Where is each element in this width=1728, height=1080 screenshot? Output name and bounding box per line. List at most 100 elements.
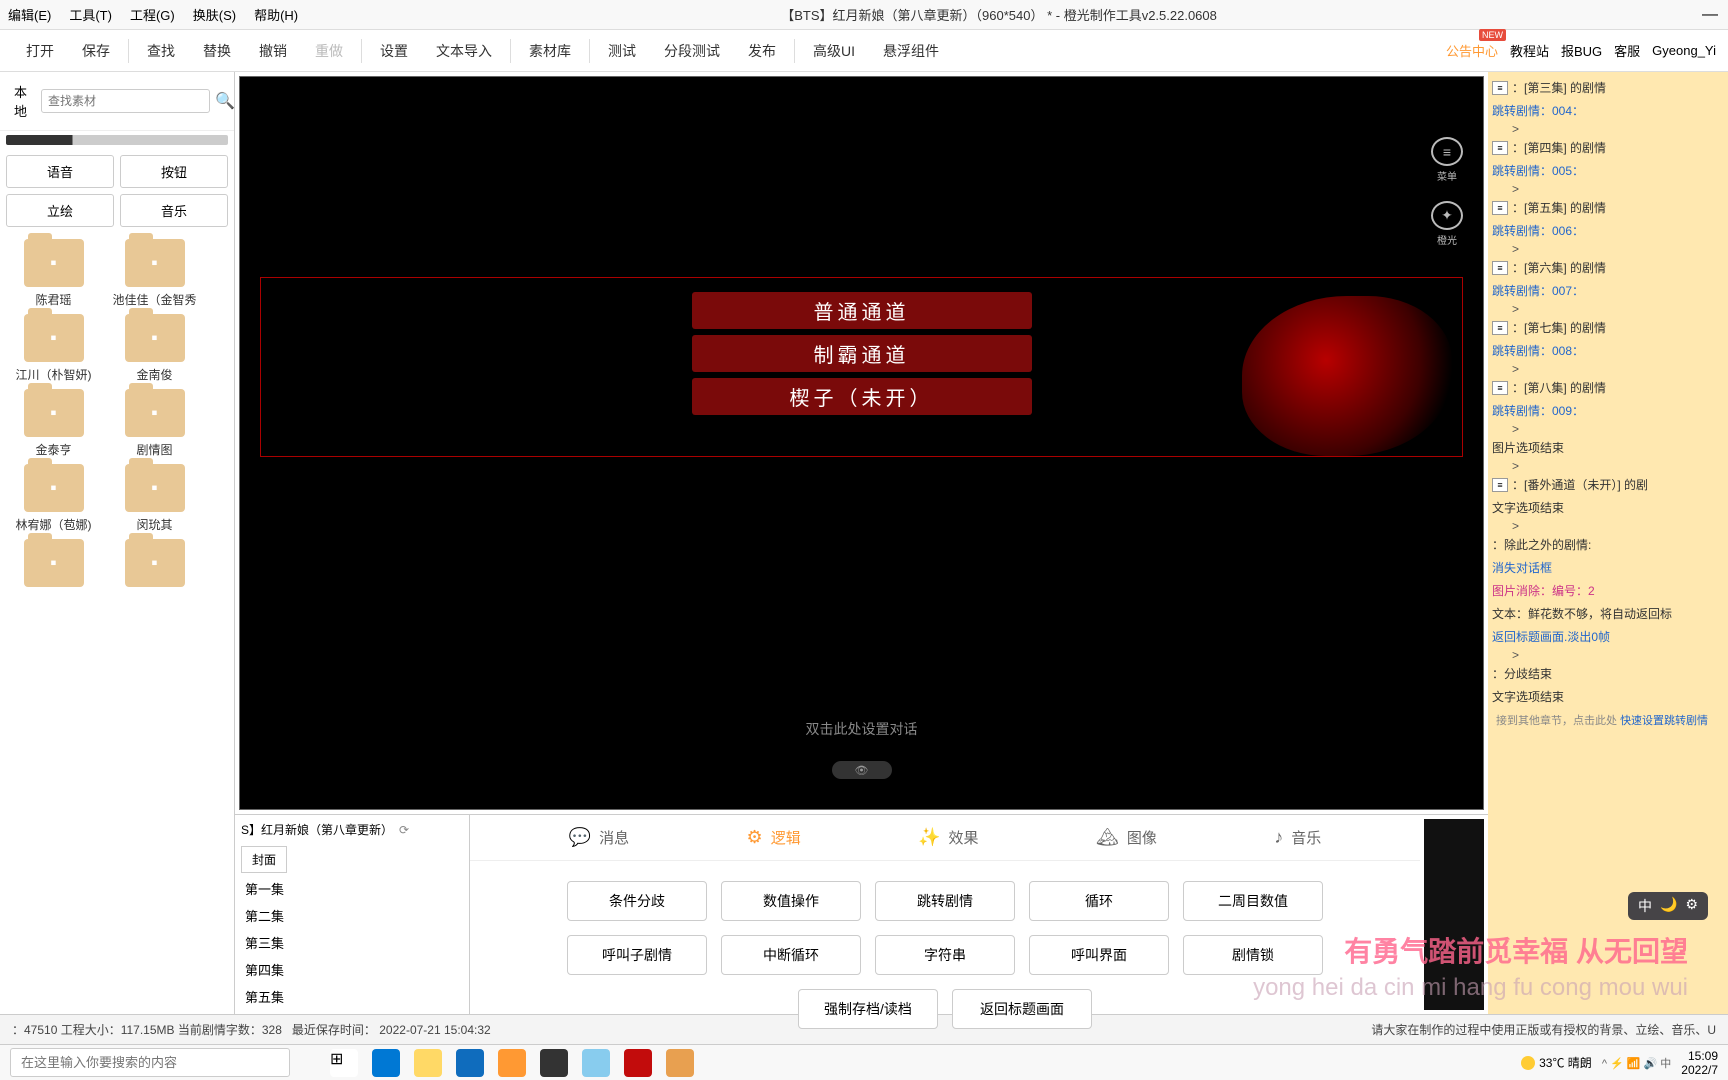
script-panel[interactable]: ≡：[第三集] 的剧情 跳转剧情：004： >≡：[第四集] 的剧情 跳转剧情：… — [1488, 72, 1728, 1014]
action-loop[interactable]: 循环 — [1029, 881, 1169, 921]
cat-sprite[interactable]: 立绘 — [6, 194, 114, 227]
preview-canvas[interactable]: ≡菜单 ✦橙光 普通通道 制霸通道 楔子（未开） 双击此处设置对话 👁 — [239, 76, 1484, 810]
save-button[interactable]: 保存 — [68, 41, 124, 61]
taskbar-app-icon[interactable] — [666, 1049, 694, 1077]
taskbar-edge-icon[interactable] — [372, 1049, 400, 1077]
asset-folder[interactable]: 金泰亨 — [6, 389, 101, 458]
announce-link[interactable]: 公告中心NEW — [1446, 41, 1498, 60]
action-title[interactable]: 返回标题画面 — [952, 989, 1092, 1029]
seg-test-button[interactable]: 分段测试 — [650, 41, 734, 61]
cat-button[interactable]: 按钮 — [120, 155, 228, 188]
tab-music[interactable]: ♪音乐 — [1274, 827, 1321, 848]
taskbar-explorer-icon[interactable] — [414, 1049, 442, 1077]
visibility-toggle[interactable]: 👁 — [832, 761, 892, 779]
find-button[interactable]: 查找 — [133, 41, 189, 61]
jump-link[interactable]: 跳转剧情：008： — [1492, 342, 1584, 359]
service-link[interactable]: 客服 — [1614, 41, 1640, 60]
dialog-hint[interactable]: 双击此处设置对话 — [806, 719, 918, 739]
publish-button[interactable]: 发布 — [734, 41, 790, 61]
asset-folder[interactable] — [6, 539, 101, 591]
weather-widget[interactable]: 33℃ 晴朗 — [1521, 1054, 1592, 1071]
action-save[interactable]: 强制存档/读档 — [798, 989, 938, 1029]
text-import-button[interactable]: 文本导入 — [422, 41, 506, 61]
open-button[interactable]: 打开 — [12, 41, 68, 61]
cat-music[interactable]: 音乐 — [120, 194, 228, 227]
local-button[interactable]: 本地 — [6, 78, 35, 124]
taskbar-netease-icon[interactable] — [624, 1049, 652, 1077]
system-tray[interactable]: ^ ⚡ 📶 🔊 中 — [1602, 1055, 1671, 1071]
action-condition[interactable]: 条件分歧 — [567, 881, 707, 921]
search-icon[interactable]: 🔍 — [216, 92, 234, 110]
action-lock[interactable]: 剧情锁 — [1183, 935, 1323, 975]
asset-folder[interactable]: 闵玧其 — [107, 464, 202, 533]
chapter-item[interactable]: 第四集 — [235, 956, 469, 983]
chapter-item[interactable]: 第三集 — [235, 929, 469, 956]
tab-effect[interactable]: ✨效果 — [918, 827, 978, 848]
action-jump[interactable]: 跳转剧情 — [875, 881, 1015, 921]
action-numop[interactable]: 数值操作 — [721, 881, 861, 921]
jump-link[interactable]: 跳转剧情：005： — [1492, 162, 1584, 179]
action-break[interactable]: 中断循环 — [721, 935, 861, 975]
jump-link[interactable]: 跳转剧情：007： — [1492, 282, 1584, 299]
menu-project[interactable]: 工程(G) — [130, 5, 175, 24]
menu-edit[interactable]: 编辑(E) — [8, 5, 51, 24]
asset-folder[interactable]: 林宥娜（苞娜) — [6, 464, 101, 533]
settings-button[interactable]: 设置 — [366, 41, 422, 61]
minimize-button[interactable]: — — [1700, 6, 1720, 24]
tutorial-link[interactable]: 教程站 — [1510, 41, 1549, 60]
action-string[interactable]: 字符串 — [875, 935, 1015, 975]
assets-button[interactable]: 素材库 — [515, 41, 585, 61]
action-newgame[interactable]: 二周目数值 — [1183, 881, 1323, 921]
cover-tab[interactable]: 封面 — [241, 846, 287, 873]
float-comp-button[interactable]: 悬浮组件 — [869, 41, 953, 61]
asset-folder[interactable]: 陈君瑶 — [6, 239, 101, 308]
menu-skin[interactable]: 换肤(S) — [193, 5, 236, 24]
refresh-icon[interactable]: ⟳ — [399, 823, 409, 837]
choice-button[interactable]: 普通通道 — [692, 292, 1032, 329]
user-name[interactable]: Gyeong_Yi — [1652, 43, 1716, 58]
taskbar-app-icon[interactable] — [582, 1049, 610, 1077]
menu-help[interactable]: 帮助(H) — [254, 5, 298, 24]
asset-folder[interactable]: 金南俊 — [107, 314, 202, 383]
hide-dialog-link[interactable]: 消失对话框 — [1492, 559, 1552, 576]
bug-link[interactable]: 报BUG — [1561, 41, 1602, 60]
cat-voice[interactable]: 语音 — [6, 155, 114, 188]
search-input[interactable] — [41, 89, 210, 113]
chapter-item[interactable]: 第六集 — [235, 1010, 469, 1014]
ime-widget[interactable]: 中🌙⚙ — [1628, 892, 1708, 920]
taskbar-app-icon[interactable] — [540, 1049, 568, 1077]
chapter-item[interactable]: 第五集 — [235, 983, 469, 1010]
action-subplot[interactable]: 呼叫子剧情 — [567, 935, 707, 975]
replace-button[interactable]: 替换 — [189, 41, 245, 61]
asset-folder[interactable]: 江川（朴智妍) — [6, 314, 101, 383]
preview-menu-button[interactable]: ≡菜单 — [1429, 137, 1465, 183]
action-callui[interactable]: 呼叫界面 — [1029, 935, 1169, 975]
chapter-item[interactable]: 第二集 — [235, 902, 469, 929]
taskbar-mail-icon[interactable] — [456, 1049, 484, 1077]
return-title-link[interactable]: 返回标题画面.淡出0帧 — [1492, 628, 1610, 645]
tab-image[interactable]: 🏔图像 — [1096, 827, 1157, 848]
tab-message[interactable]: 💬消息 — [569, 827, 629, 848]
preview-brand-button[interactable]: ✦橙光 — [1429, 201, 1465, 247]
redo-button[interactable]: 重做 — [301, 41, 357, 61]
asset-folder[interactable]: 剧情图 — [107, 389, 202, 458]
test-button[interactable]: 测试 — [594, 41, 650, 61]
taskbar-app-icon[interactable] — [498, 1049, 526, 1077]
menu-tools[interactable]: 工具(T) — [69, 5, 112, 24]
choice-button[interactable]: 楔子（未开） — [692, 378, 1032, 415]
tab-logic[interactable]: ⚙逻辑 — [747, 827, 801, 848]
adv-ui-button[interactable]: 高级UI — [799, 41, 869, 61]
pic-remove[interactable]: 图片消除：编号：2 — [1492, 582, 1595, 599]
chapter-item[interactable]: 第一集 — [235, 875, 469, 902]
windows-search[interactable] — [10, 1048, 290, 1077]
asset-folder[interactable] — [107, 539, 202, 591]
jump-link[interactable]: 跳转剧情：006： — [1492, 222, 1584, 239]
clock[interactable]: 15:092022/7 — [1681, 1049, 1718, 1077]
quick-jump-link[interactable]: 快速设置跳转剧情 — [1620, 715, 1708, 727]
jump-link[interactable]: 跳转剧情：004： — [1492, 102, 1584, 119]
size-slider[interactable] — [6, 135, 228, 145]
undo-button[interactable]: 撤销 — [245, 41, 301, 61]
asset-folder[interactable]: 池佳佳（金智秀 — [107, 239, 202, 308]
choice-button[interactable]: 制霸通道 — [692, 335, 1032, 372]
taskbar-app-icon[interactable]: ⊞ — [330, 1049, 358, 1077]
